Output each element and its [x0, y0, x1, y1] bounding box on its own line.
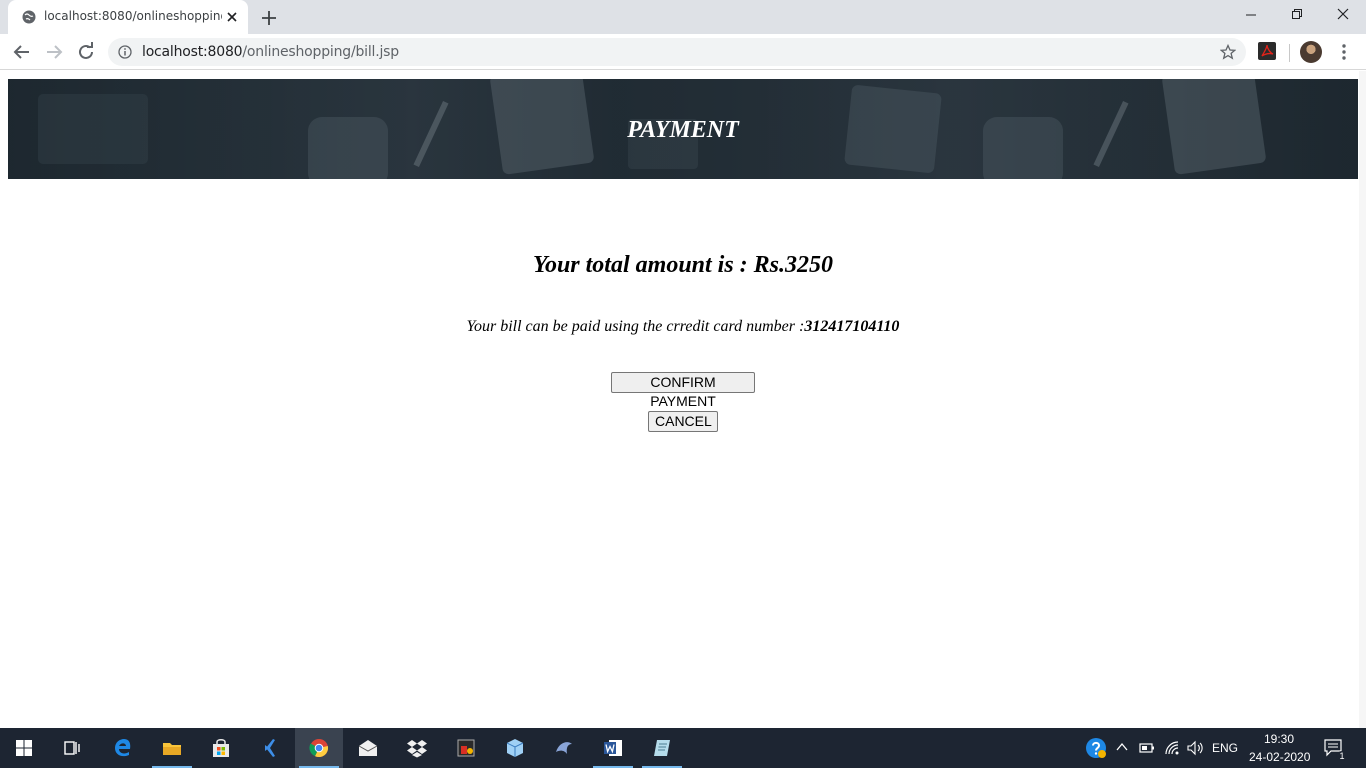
dolphin-app-taskbar-item[interactable] [540, 728, 588, 768]
dropbox-icon [407, 740, 427, 758]
chevron-up-icon[interactable] [1116, 742, 1128, 752]
store-taskbar-item[interactable] [197, 728, 245, 768]
more-menu-icon[interactable] [1336, 42, 1352, 62]
battery-icon[interactable] [1139, 742, 1155, 754]
profile-avatar[interactable] [1300, 41, 1322, 63]
windows-logo-icon [16, 740, 32, 756]
page-scrollbar[interactable] [1359, 71, 1366, 728]
help-icon[interactable] [1085, 737, 1107, 759]
globe-icon [22, 10, 36, 24]
reload-icon[interactable] [74, 40, 98, 64]
mail-taskbar-item[interactable] [344, 728, 392, 768]
volume-icon[interactable] [1186, 740, 1204, 756]
dolphin-icon [556, 742, 572, 754]
dropbox-taskbar-item[interactable] [393, 728, 441, 768]
new-tab-icon[interactable] [258, 7, 280, 29]
wifi-icon[interactable] [1164, 740, 1180, 756]
browser-toolbar: localhost:8080/onlineshopping/bill.jsp [0, 34, 1366, 70]
file-explorer-taskbar-item[interactable] [148, 728, 196, 768]
total-amount-heading: Your total amount is : Rs.3250 [532, 252, 834, 278]
task-view-icon [64, 741, 80, 755]
browser-tab[interactable]: localhost:8080/onlineshopping/bill.jsp [8, 0, 248, 34]
visual-studio-taskbar-item[interactable] [246, 728, 294, 768]
edge-icon [115, 739, 131, 757]
language-indicator[interactable]: ENG [1212, 741, 1238, 755]
close-window-button[interactable] [1320, 0, 1366, 30]
payment-banner: PAYMENT [8, 79, 1358, 179]
windows-taskbar: ENG 19:30 24-02-2020 1 [0, 728, 1366, 768]
address-bar[interactable]: localhost:8080/onlineshopping/bill.jsp [108, 38, 1246, 66]
chrome-icon [309, 739, 329, 758]
url-text: localhost:8080/onlineshopping/bill.jsp [142, 44, 399, 60]
forward-arrow-icon[interactable] [42, 40, 66, 64]
chrome-taskbar-item[interactable] [295, 728, 343, 768]
restore-icon [1292, 9, 1302, 19]
start-button[interactable] [0, 728, 48, 768]
tab-title: localhost:8080/onlineshopping/bill.jsp [44, 9, 222, 23]
notes-icon [654, 740, 670, 756]
edge-taskbar-item[interactable] [99, 728, 147, 768]
cube-icon [506, 739, 524, 757]
notes-app-taskbar-item[interactable] [638, 728, 686, 768]
red-app-icon [457, 739, 475, 757]
cube-app-taskbar-item[interactable] [491, 728, 539, 768]
store-bag-icon [213, 739, 229, 757]
card-number: 312417104110 [804, 318, 900, 335]
restore-button[interactable] [1274, 0, 1320, 30]
clock-date[interactable]: 24-02-2020 [1249, 750, 1310, 764]
acrobat-icon [1261, 44, 1274, 57]
url-path: /onlineshopping/bill.jsp [242, 44, 399, 60]
minimize-icon [1246, 14, 1256, 16]
cancel-button[interactable]: CANCEL [648, 411, 718, 432]
visual-studio-icon [265, 739, 275, 757]
bookmark-star-icon[interactable] [1220, 44, 1236, 60]
confirm-payment-button[interactable]: CONFIRM PAYMENT [611, 372, 755, 409]
task-view-button[interactable] [48, 728, 96, 768]
notification-count-badge: 1 [1336, 751, 1348, 761]
folder-icon [163, 743, 181, 755]
url-host: localhost:8080 [142, 44, 243, 60]
word-icon [604, 740, 622, 756]
close-tab-icon[interactable] [224, 9, 240, 25]
info-icon[interactable] [118, 45, 132, 59]
back-arrow-icon[interactable] [10, 40, 34, 64]
close-icon [1337, 8, 1349, 20]
tab-strip: localhost:8080/onlineshopping/bill.jsp [0, 0, 1366, 34]
page-title: PAYMENT [627, 117, 739, 143]
red-app-taskbar-item[interactable] [442, 728, 490, 768]
card-info-text: Your bill can be paid using the crredit … [0, 318, 1366, 336]
clock-time[interactable]: 19:30 [1264, 732, 1294, 746]
minimize-button[interactable] [1228, 0, 1274, 30]
pdf-extension-icon[interactable] [1258, 42, 1276, 60]
card-info-prefix: Your bill can be paid using the crredit … [466, 318, 805, 335]
mail-icon [358, 740, 378, 756]
toolbar-separator [1289, 44, 1290, 62]
word-taskbar-item[interactable] [589, 728, 637, 768]
